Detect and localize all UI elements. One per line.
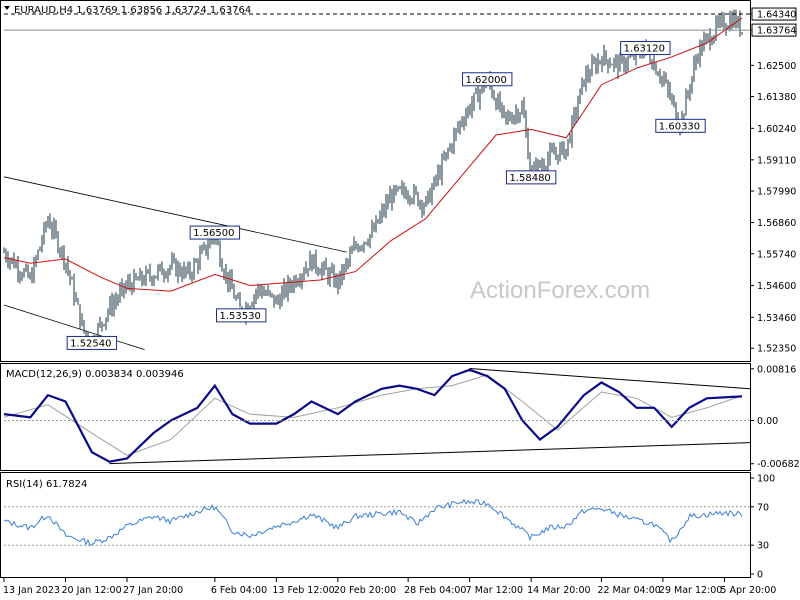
time-axis-label: 27 Jan 20:00	[123, 585, 183, 596]
time-axis-label: 20 Jan 12:00	[62, 585, 122, 596]
price-axis-label: 1.59110	[757, 155, 796, 166]
price-annotation-label: 1.56500	[193, 228, 234, 239]
price-axis-label: 1.55740	[757, 249, 796, 260]
time-axis-label: 5 Apr 20:00	[720, 585, 776, 596]
macd-axis-label: -0.006821	[757, 459, 800, 470]
macd-axis-label: 0.00	[757, 416, 778, 427]
rsi-axis-label: 70	[757, 502, 769, 513]
price-axis-label: 1.54600	[757, 281, 796, 292]
price-annotation-label: 1.62000	[466, 75, 507, 86]
euraud-h4-chart: ActionForex.com 1.52540 1.56500 1.53530 1.6…	[0, 0, 800, 600]
price-axis-label: 1.60240	[757, 124, 796, 135]
time-axis-label: 20 Feb 20:00	[334, 585, 396, 596]
time-axis-label: 28 Feb 04:00	[404, 585, 466, 596]
price-annotation-label: 1.53530	[220, 311, 261, 322]
price-axis-label: 1.63764	[757, 26, 796, 37]
price-axis-label: 1.64340	[757, 10, 796, 21]
price-axis-label: 1.62500	[757, 61, 796, 72]
symbol-header: EURAUD,H4 1.63769 1.63856 1.63724 1.6376…	[14, 5, 251, 16]
time-axis-label: 22 Mar 04:00	[597, 585, 660, 596]
price-annotation-label: 1.58480	[509, 173, 550, 184]
price-axis-label: 1.57990	[757, 187, 796, 198]
time-axis-label: 29 Mar 12:00	[659, 585, 722, 596]
watermark: ActionForex.com	[470, 277, 650, 304]
price-annotation-label: 1.52540	[70, 338, 111, 349]
rsi-axis-label: 100	[757, 474, 775, 485]
rsi-label: RSI(14) 61.7824	[6, 479, 87, 490]
rsi-axis-label: 30	[757, 541, 769, 552]
price-annotation-label: 1.63120	[624, 44, 665, 55]
price-axis-label: 1.53460	[757, 313, 796, 324]
time-axis-label: 13 Jan 2023	[3, 585, 60, 596]
price-axis-label: 1.52350	[757, 344, 796, 355]
price-axis-label: 1.56860	[757, 218, 796, 229]
macd-label: MACD(12,26,9) 0.003834 0.003946	[6, 369, 184, 380]
rsi-axis-label: 0	[757, 570, 763, 581]
time-axis-label: 6 Feb 04:00	[211, 585, 267, 596]
time-axis-label: 14 Mar 20:00	[527, 585, 590, 596]
time-axis-label: 13 Feb 12:00	[272, 585, 334, 596]
macd-axis-label: 0.00816	[757, 364, 796, 375]
price-annotation-label: 1.60330	[659, 121, 700, 132]
time-axis-label: 7 Mar 12:00	[466, 585, 523, 596]
price-axis-label: 1.61380	[757, 92, 796, 103]
